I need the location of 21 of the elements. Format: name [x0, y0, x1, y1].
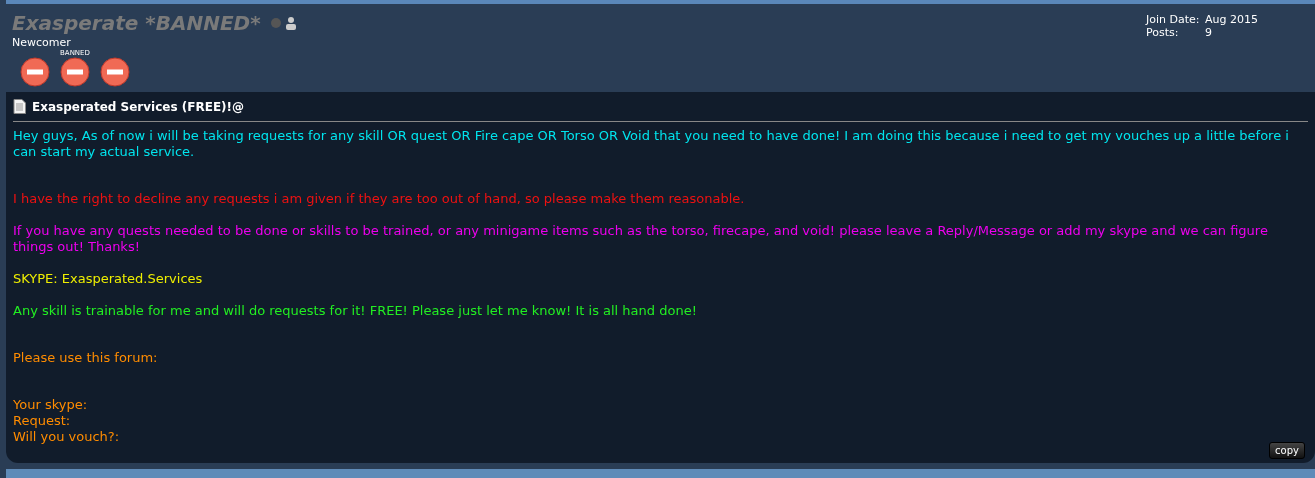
post-title: Exasperated Services (FREE)!@ — [32, 99, 245, 114]
copy-button[interactable]: copy — [1269, 442, 1305, 459]
post-text: Will you vouch?: — [13, 429, 121, 445]
post-text: SKYPE: Exasperated.Services — [13, 271, 204, 287]
post-text: Please use this forum: — [13, 350, 159, 366]
no-entry-icon — [60, 57, 90, 87]
profile-icon — [284, 16, 297, 30]
stat-label: Posts: — [1146, 26, 1180, 39]
post-text: Hey guys, As of now i will be taking requests for any skill OR quest OR Fire cape OR Torso OR Void that you need to have done! I am doing this because i need to get my vouches up a little before i can start my actual service. — [13, 128, 1290, 160]
post-text: If you have any quests needed to be done or skills to be trained, or any minigame items such as the torso, firecape, and void! please leave a Reply/Message or add my skype and we can figure things out! Thanks! — [13, 223, 1269, 255]
user-rank: Newcomer — [12, 36, 72, 49]
post-text: Request: — [13, 413, 72, 429]
stat-value: 9 — [1205, 26, 1212, 39]
document-icon — [13, 99, 26, 114]
post-text: Any skill is trainable for me and will do requests for it! FREE! Please just let me know! It is all hand done! — [13, 303, 698, 319]
post-text: Your skype: — [13, 397, 89, 413]
stat-label: Join Date: — [1146, 13, 1201, 26]
stat-value: Aug 2015 — [1205, 13, 1258, 26]
no-entry-icon — [100, 57, 130, 87]
post-text: I have the right to decline any requests i am given if they are too out of hand, so please make them reasonable. — [13, 191, 746, 207]
no-entry-icon — [20, 57, 50, 87]
